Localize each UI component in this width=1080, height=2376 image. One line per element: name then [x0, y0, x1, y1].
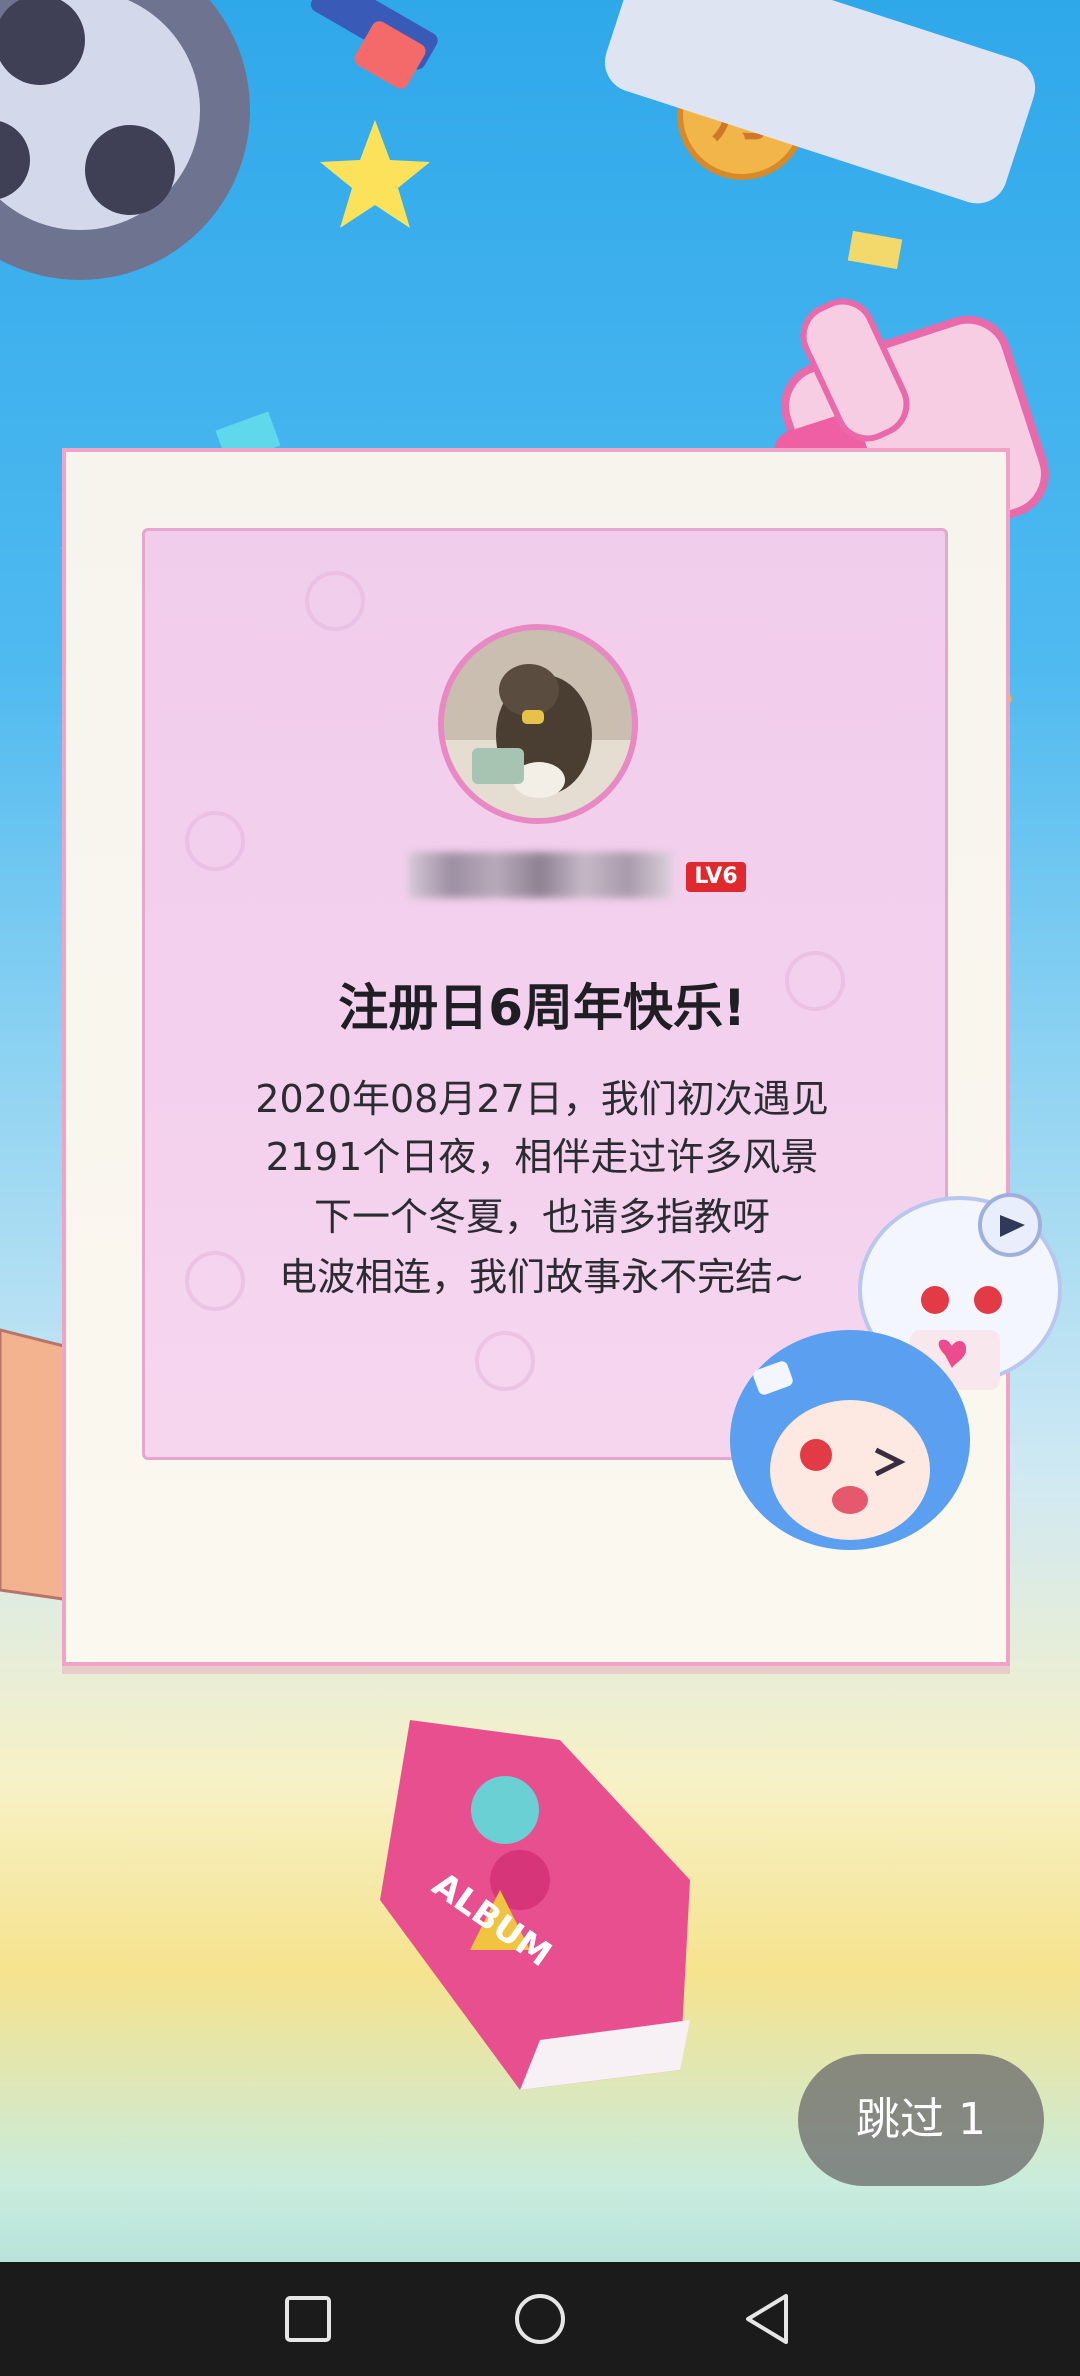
recent-apps-button[interactable]	[248, 2262, 368, 2376]
anniversary-splash-screen: 乃	[0, 0, 1080, 2376]
camera-icon	[604, 0, 1036, 204]
cat-photo-icon	[444, 630, 632, 818]
anniversary-title: 注册日6周年快乐!	[338, 979, 746, 1037]
square-icon	[285, 2296, 331, 2342]
play-pattern-icon	[185, 811, 245, 871]
circle-icon	[515, 2294, 565, 2344]
username-obscured	[408, 852, 672, 898]
system-navigation-bar	[0, 2262, 1080, 2376]
star-icon	[320, 120, 430, 228]
blue-mascot-icon	[730, 1330, 970, 1550]
play-pattern-icon	[305, 571, 365, 631]
mascot-characters	[730, 1193, 1062, 1550]
film-reel-icon	[0, 0, 250, 280]
glasses-icon	[310, 0, 438, 89]
triangle-back-icon	[746, 2294, 788, 2344]
message-line: 2020年08月27日，我们初次遇见	[255, 1077, 829, 1121]
home-button[interactable]	[480, 2262, 600, 2376]
level-badge: LV6	[686, 862, 746, 892]
skip-button[interactable]: 跳过 1	[798, 2054, 1044, 2186]
play-pattern-icon	[475, 1331, 535, 1391]
album-book-icon: ALBUM	[380, 1720, 690, 2090]
back-button[interactable]	[708, 2262, 828, 2376]
message-line: 2191个日夜，相伴走过许多风景	[265, 1135, 819, 1179]
user-avatar[interactable]	[438, 624, 638, 824]
